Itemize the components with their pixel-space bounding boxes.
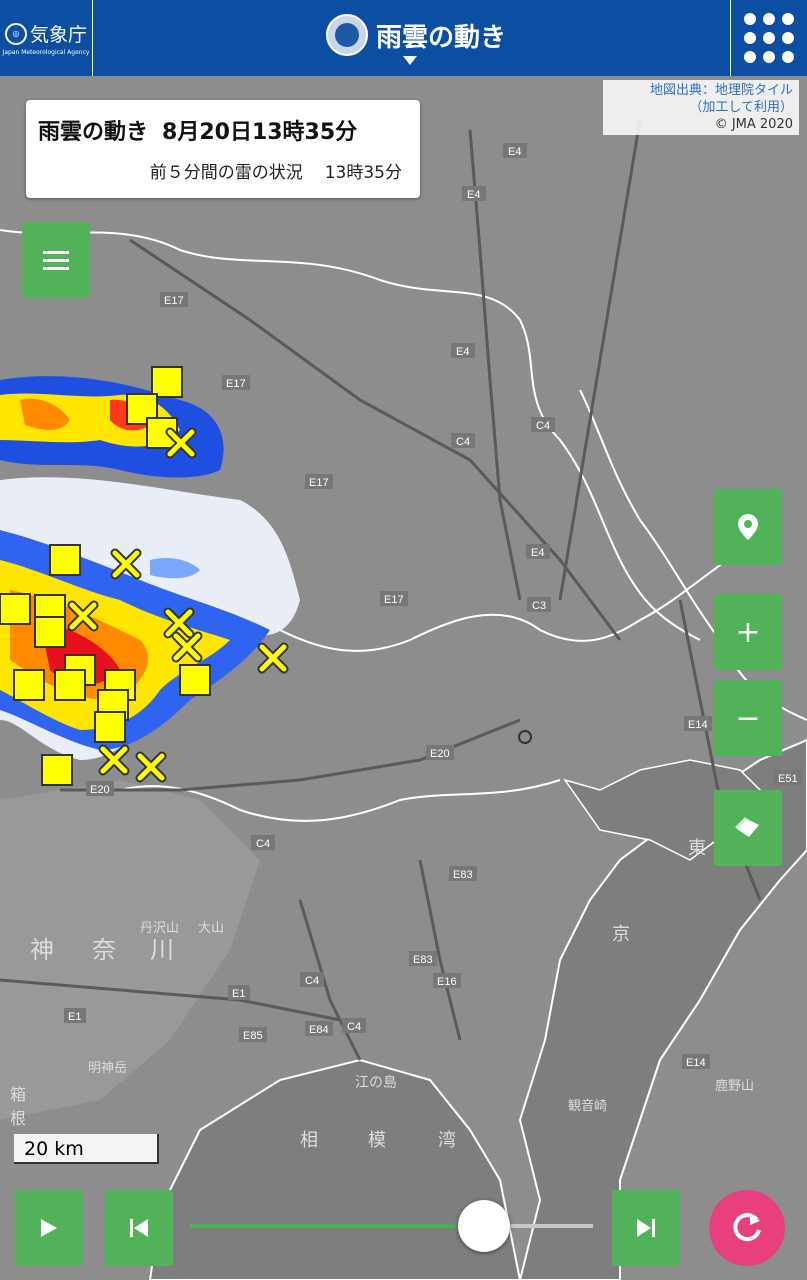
grid-dot-icon [744, 51, 756, 63]
place-label: 神 [30, 936, 54, 964]
road-label: C4 [347, 1021, 361, 1033]
attribution-copyright: © JMA 2020 [714, 117, 793, 132]
place-label: 根 [10, 1109, 26, 1128]
info-datetime: 8月20日13時35分 [162, 120, 358, 145]
place-label: 江の島 [355, 1075, 397, 1091]
grid-dot-icon [782, 51, 794, 63]
road-label: E17 [384, 594, 404, 606]
step-back-button[interactable] [105, 1190, 173, 1266]
road-label: C4 [256, 838, 270, 850]
place-label: 丹沢山 [140, 921, 179, 936]
plus-icon: + [735, 614, 761, 650]
place-label: 東 [688, 838, 706, 859]
grid-dot-icon [782, 13, 794, 25]
layers-button[interactable] [714, 790, 782, 866]
road-label: E84 [309, 1024, 329, 1036]
time-slider-progress [190, 1224, 485, 1228]
current-location-button[interactable] [714, 489, 782, 565]
road-label: E17 [309, 477, 329, 489]
place-label: 明神岳 [88, 1061, 127, 1076]
road-label: E83 [413, 954, 433, 966]
road-label: C4 [456, 436, 470, 448]
rain-cloud-icon [326, 14, 368, 56]
place-label: 相 [300, 1130, 318, 1151]
place-label: 鹿野山 [715, 1078, 754, 1094]
info-title-text: 雨雲の動き [38, 120, 149, 145]
logo-text: 気象庁 [29, 24, 87, 46]
page-title: 雨雲の動き [376, 22, 507, 53]
jma-emblem-icon: ◎ [4, 22, 27, 45]
road-label: E1 [68, 1011, 81, 1023]
road-label: E4 [467, 189, 480, 201]
info-subtitle: 前５分間の雷の状況 13時35分 [128, 158, 402, 183]
road-label: C3 [532, 600, 546, 612]
layers-icon [735, 817, 759, 837]
layer-menu-button[interactable] [22, 222, 90, 298]
attribution-note: （加工して利用） [689, 100, 793, 115]
grid-dot-icon [744, 13, 756, 25]
map-scale: 20 km [14, 1134, 159, 1164]
place-label: 観音崎 [568, 1098, 607, 1114]
grid-dot-icon [763, 13, 775, 25]
road-label: E85 [243, 1030, 263, 1042]
zoom-in-button[interactable]: + [714, 594, 782, 670]
grid-dot-icon [744, 32, 756, 44]
road-label: C4 [536, 420, 550, 432]
road-label: E4 [456, 346, 469, 358]
attribution-source[interactable]: 地図出典：地理院タイル [609, 82, 793, 99]
title-selector[interactable]: 雨雲の動き [326, 14, 506, 56]
grid-dot-icon [763, 32, 775, 44]
play-button[interactable] [15, 1190, 83, 1266]
road-label: E4 [508, 146, 521, 158]
info-subtitle-text: 前５分間の雷の状況 [149, 163, 303, 183]
map-pin-icon [738, 514, 758, 540]
grid-dot-icon [763, 51, 775, 63]
step-forward-icon [637, 1219, 655, 1237]
step-forward-button[interactable] [612, 1190, 680, 1266]
road-label: E4 [531, 547, 544, 559]
hamburger-icon [43, 251, 69, 270]
info-title: 雨雲の動き 8月20日13時35分 [38, 114, 371, 146]
grid-dot-icon [782, 32, 794, 44]
refresh-button[interactable] [709, 1190, 785, 1266]
step-back-icon [130, 1219, 148, 1237]
place-label: 湾 [438, 1130, 456, 1151]
zoom-out-button[interactable]: − [714, 680, 782, 756]
place-label: 箱 [10, 1085, 26, 1104]
place-label: 大山 [198, 921, 224, 936]
refresh-icon [733, 1213, 761, 1242]
road-label: E83 [453, 869, 473, 881]
road-label: E20 [430, 748, 450, 760]
time-slider-handle[interactable] [458, 1200, 511, 1252]
road-label: E14 [686, 1057, 706, 1069]
road-label: E14 [688, 719, 708, 731]
road-label: E17 [164, 295, 184, 307]
map-attribution: 地図出典：地理院タイル （加工して利用） © JMA 2020 [603, 80, 799, 135]
info-subtitle-time: 13時35分 [324, 163, 402, 183]
road-label: E1 [232, 988, 245, 1000]
place-label: 川 [150, 936, 174, 964]
logo-subtext: Japan Meteorological Agency [2, 49, 90, 56]
status-info-box: 雨雲の動き 8月20日13時35分 前５分間の雷の状況 13時35分 [26, 100, 420, 198]
chevron-down-icon[interactable] [403, 56, 417, 65]
map-graphic: E4 E4 E17 E17 E4 C4 C4 E17 E4 C3 E17 E20… [0, 76, 807, 1280]
jma-logo[interactable]: ◎ 気象庁 Japan Meteorological Agency [0, 0, 93, 76]
map-canvas[interactable]: E4 E4 E17 E17 E4 C4 C4 E17 E4 C3 E17 E20… [0, 76, 807, 1280]
place-label: 模 [368, 1130, 386, 1151]
play-icon [41, 1219, 57, 1237]
road-label: E20 [90, 784, 110, 796]
place-label: 京 [612, 924, 630, 945]
road-label: E16 [437, 976, 457, 988]
road-label: C4 [305, 975, 319, 987]
minus-icon: − [735, 700, 761, 736]
road-label: E51 [778, 773, 798, 785]
road-label: E17 [226, 378, 246, 390]
app-header: ◎ 気象庁 Japan Meteorological Agency 雨雲の動き [0, 0, 807, 76]
place-label: 奈 [92, 936, 116, 964]
app-menu-button[interactable] [730, 0, 807, 76]
time-slider[interactable] [190, 1200, 593, 1252]
